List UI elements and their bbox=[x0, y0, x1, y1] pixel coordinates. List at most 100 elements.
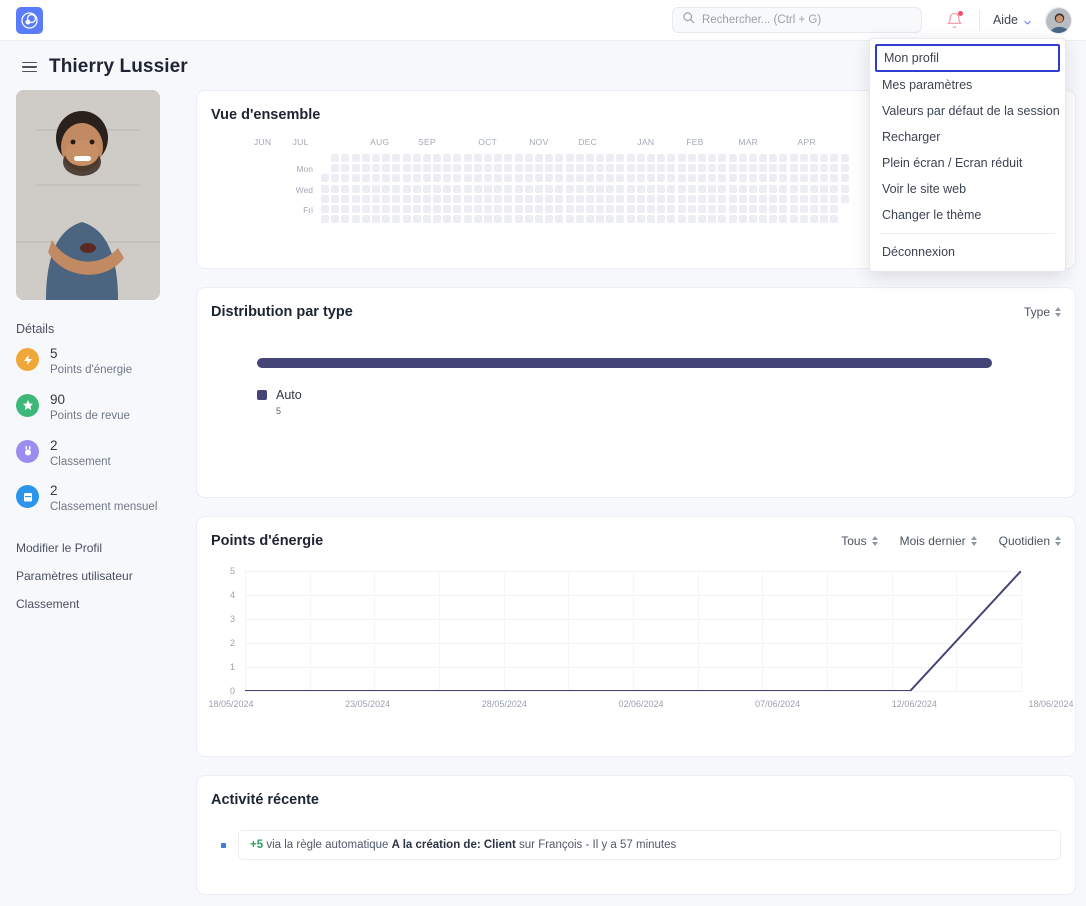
heatmap-cell[interactable] bbox=[739, 174, 747, 182]
heatmap-cell[interactable] bbox=[779, 154, 787, 162]
heatmap-cell[interactable] bbox=[800, 164, 808, 172]
heatmap-cell[interactable] bbox=[433, 205, 441, 213]
heatmap-cell[interactable] bbox=[413, 154, 421, 162]
heatmap-cell[interactable] bbox=[352, 215, 360, 223]
heatmap-cell[interactable] bbox=[616, 174, 624, 182]
heatmap-cell[interactable] bbox=[494, 185, 502, 193]
heatmap-cell[interactable] bbox=[453, 215, 461, 223]
heatmap-cell[interactable] bbox=[331, 215, 339, 223]
heatmap-cell[interactable] bbox=[841, 174, 849, 182]
heatmap-cell[interactable] bbox=[566, 174, 574, 182]
heatmap-cell[interactable] bbox=[443, 164, 451, 172]
energy-filter-granularite[interactable]: Quotidien bbox=[999, 534, 1061, 548]
heatmap-cell[interactable] bbox=[616, 185, 624, 193]
dropdown-item-plein-ecran[interactable]: Plein écran / Ecran réduit bbox=[870, 150, 1065, 176]
heatmap-cell[interactable] bbox=[596, 185, 604, 193]
heatmap-cell[interactable] bbox=[810, 205, 818, 213]
profile-dropdown-menu[interactable]: Mon profil Mes paramètres Valeurs par dé… bbox=[869, 38, 1066, 272]
heatmap-cell[interactable] bbox=[790, 215, 798, 223]
heatmap-cell[interactable] bbox=[464, 185, 472, 193]
heatmap-cell[interactable] bbox=[392, 205, 400, 213]
heatmap-cell[interactable] bbox=[729, 154, 737, 162]
heatmap-cell[interactable] bbox=[413, 164, 421, 172]
heatmap-cell[interactable] bbox=[484, 154, 492, 162]
heatmap-cell[interactable] bbox=[749, 195, 757, 203]
heatmap-cell[interactable] bbox=[616, 205, 624, 213]
heatmap-cell[interactable] bbox=[494, 215, 502, 223]
heatmap-cell[interactable] bbox=[321, 215, 329, 223]
heatmap-cell[interactable] bbox=[525, 164, 533, 172]
heatmap-cell[interactable] bbox=[820, 164, 828, 172]
heatmap-cell[interactable] bbox=[576, 154, 584, 162]
heatmap-cell[interactable] bbox=[494, 205, 502, 213]
heatmap-cell[interactable] bbox=[708, 174, 716, 182]
heatmap-cell[interactable] bbox=[718, 164, 726, 172]
heatmap-cell[interactable] bbox=[698, 205, 706, 213]
heatmap-cell[interactable] bbox=[433, 154, 441, 162]
heatmap-cell[interactable] bbox=[362, 195, 370, 203]
heatmap-cell[interactable] bbox=[382, 215, 390, 223]
heatmap-cell[interactable] bbox=[545, 185, 553, 193]
heatmap-cell[interactable] bbox=[769, 164, 777, 172]
heatmap-cell[interactable] bbox=[830, 195, 838, 203]
heatmap-cell[interactable] bbox=[810, 164, 818, 172]
heatmap-cell[interactable] bbox=[515, 215, 523, 223]
dropdown-item-valeurs-par-defaut[interactable]: Valeurs par défaut de la session bbox=[870, 98, 1065, 124]
heatmap-cell[interactable] bbox=[708, 195, 716, 203]
heatmap-cell[interactable] bbox=[362, 164, 370, 172]
heatmap-cell[interactable] bbox=[657, 215, 665, 223]
heatmap-cell[interactable] bbox=[596, 164, 604, 172]
heatmap-cell[interactable] bbox=[413, 174, 421, 182]
heatmap-cell[interactable] bbox=[698, 185, 706, 193]
heatmap-cell[interactable] bbox=[779, 215, 787, 223]
heatmap-cell[interactable] bbox=[637, 174, 645, 182]
heatmap-cell[interactable] bbox=[453, 154, 461, 162]
heatmap-cell[interactable] bbox=[627, 154, 635, 162]
heatmap-cell[interactable] bbox=[392, 154, 400, 162]
heatmap-cell[interactable] bbox=[484, 164, 492, 172]
heatmap-cell[interactable] bbox=[749, 185, 757, 193]
heatmap-cell[interactable] bbox=[759, 215, 767, 223]
heatmap-cell[interactable] bbox=[382, 195, 390, 203]
heatmap-cell[interactable] bbox=[515, 154, 523, 162]
heatmap-cell[interactable] bbox=[586, 164, 594, 172]
heatmap-cell[interactable] bbox=[566, 195, 574, 203]
heatmap-cell[interactable] bbox=[545, 154, 553, 162]
heatmap-cell[interactable] bbox=[525, 195, 533, 203]
heatmap-cell[interactable] bbox=[667, 154, 675, 162]
heatmap-cell[interactable] bbox=[627, 164, 635, 172]
heatmap-cell[interactable] bbox=[403, 185, 411, 193]
heatmap-cell[interactable] bbox=[647, 185, 655, 193]
heatmap-cell[interactable] bbox=[739, 215, 747, 223]
heatmap-cell[interactable] bbox=[494, 154, 502, 162]
heatmap-cell[interactable] bbox=[453, 195, 461, 203]
heatmap-cell[interactable] bbox=[515, 205, 523, 213]
heatmap-cell[interactable] bbox=[790, 205, 798, 213]
heatmap-cell[interactable] bbox=[331, 154, 339, 162]
heatmap-cell[interactable] bbox=[525, 205, 533, 213]
heatmap-cell[interactable] bbox=[596, 205, 604, 213]
heatmap-cell[interactable] bbox=[331, 164, 339, 172]
heatmap-cell[interactable] bbox=[759, 195, 767, 203]
heatmap-cell[interactable] bbox=[555, 215, 563, 223]
heatmap-cell[interactable] bbox=[443, 215, 451, 223]
heatmap-cell[interactable] bbox=[800, 174, 808, 182]
heatmap-cell[interactable] bbox=[504, 174, 512, 182]
heatmap-cell[interactable] bbox=[830, 215, 838, 223]
heatmap-cell[interactable] bbox=[453, 174, 461, 182]
heatmap-cell[interactable] bbox=[708, 205, 716, 213]
heatmap-cell[interactable] bbox=[484, 205, 492, 213]
heatmap-cell[interactable] bbox=[667, 174, 675, 182]
heatmap-cell[interactable] bbox=[647, 164, 655, 172]
heatmap-cell[interactable] bbox=[331, 205, 339, 213]
heatmap-cell[interactable] bbox=[474, 174, 482, 182]
heatmap-cell[interactable] bbox=[688, 154, 696, 162]
heatmap-cell[interactable] bbox=[667, 164, 675, 172]
heatmap-cell[interactable] bbox=[616, 215, 624, 223]
heatmap-cell[interactable] bbox=[403, 205, 411, 213]
heatmap-cell[interactable] bbox=[413, 215, 421, 223]
heatmap-cell[interactable] bbox=[596, 215, 604, 223]
heatmap-cell[interactable] bbox=[698, 215, 706, 223]
heatmap-cell[interactable] bbox=[729, 174, 737, 182]
heatmap-cell[interactable] bbox=[504, 205, 512, 213]
